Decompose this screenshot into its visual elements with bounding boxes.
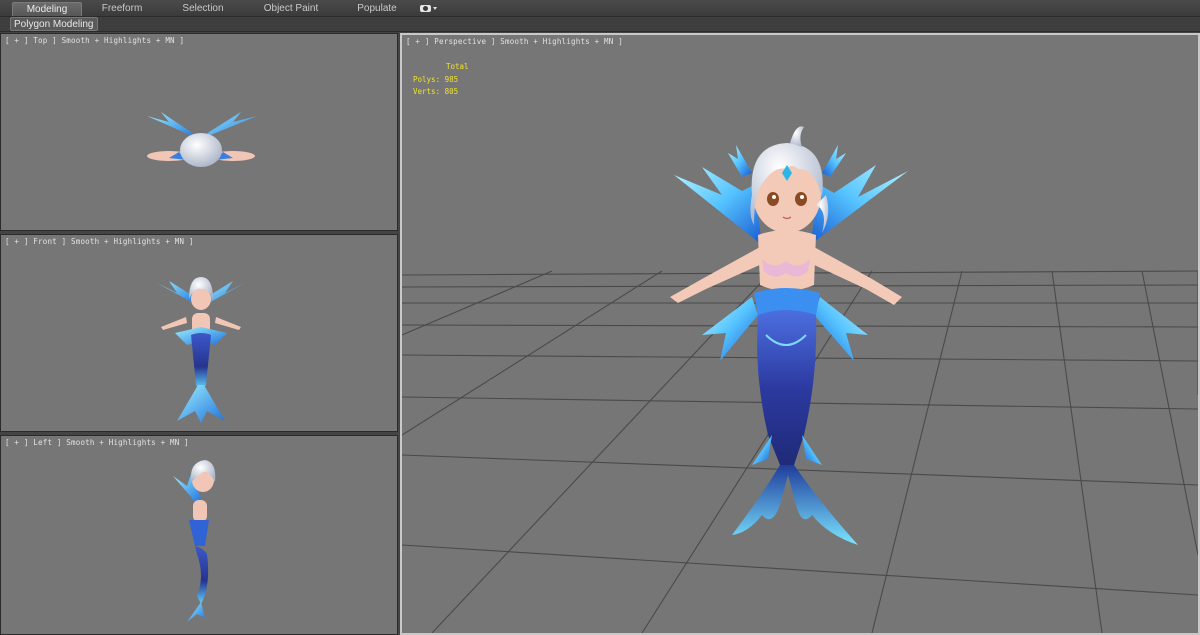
chevron-down-icon: [433, 7, 437, 11]
tab-populate[interactable]: Populate: [350, 2, 404, 16]
mermaid-model-perspective[interactable]: [670, 126, 908, 545]
tab-modeling[interactable]: Modeling: [12, 2, 82, 16]
viewport-top-canvas: [147, 112, 257, 167]
viewport-front-label[interactable]: [ + ] Front ] Smooth + Highlights + MN ]: [5, 237, 194, 246]
viewport-front[interactable]: [ + ] Front ] Smooth + Highlights + MN ]: [0, 234, 398, 432]
ribbon-panel-bar: Polygon Modeling: [0, 17, 1200, 32]
viewport-perspective[interactable]: [ + ] Perspective ] Smooth + Highlights …: [400, 33, 1200, 635]
camera-icon: [420, 5, 431, 13]
viewport-left[interactable]: [ + ] Left ] Smooth + Highlights + MN ]: [0, 435, 398, 635]
perspective-canvas: [402, 126, 1198, 633]
viewport-front-canvas: [157, 277, 245, 423]
mermaid-model-left[interactable]: [173, 460, 216, 622]
viewport-left-canvas: [173, 460, 216, 622]
tab-freeform[interactable]: Freeform: [92, 2, 152, 16]
tab-selection[interactable]: Selection: [172, 2, 234, 16]
viewport-top[interactable]: [ + ] Top ] Smooth + Highlights + MN ]: [0, 33, 398, 231]
ribbon-options-dropdown[interactable]: [420, 3, 440, 14]
viewport-top-label[interactable]: [ + ] Top ] Smooth + Highlights + MN ]: [5, 36, 184, 45]
viewport-left-label[interactable]: [ + ] Left ] Smooth + Highlights + MN ]: [5, 438, 189, 447]
tab-object-paint[interactable]: Object Paint: [258, 2, 324, 16]
polygon-modeling-button[interactable]: Polygon Modeling: [10, 17, 98, 31]
ribbon-tab-bar: Modeling Freeform Selection Object Paint…: [0, 0, 1200, 17]
mermaid-model-front[interactable]: [157, 277, 245, 423]
mermaid-model-top[interactable]: [147, 112, 257, 167]
